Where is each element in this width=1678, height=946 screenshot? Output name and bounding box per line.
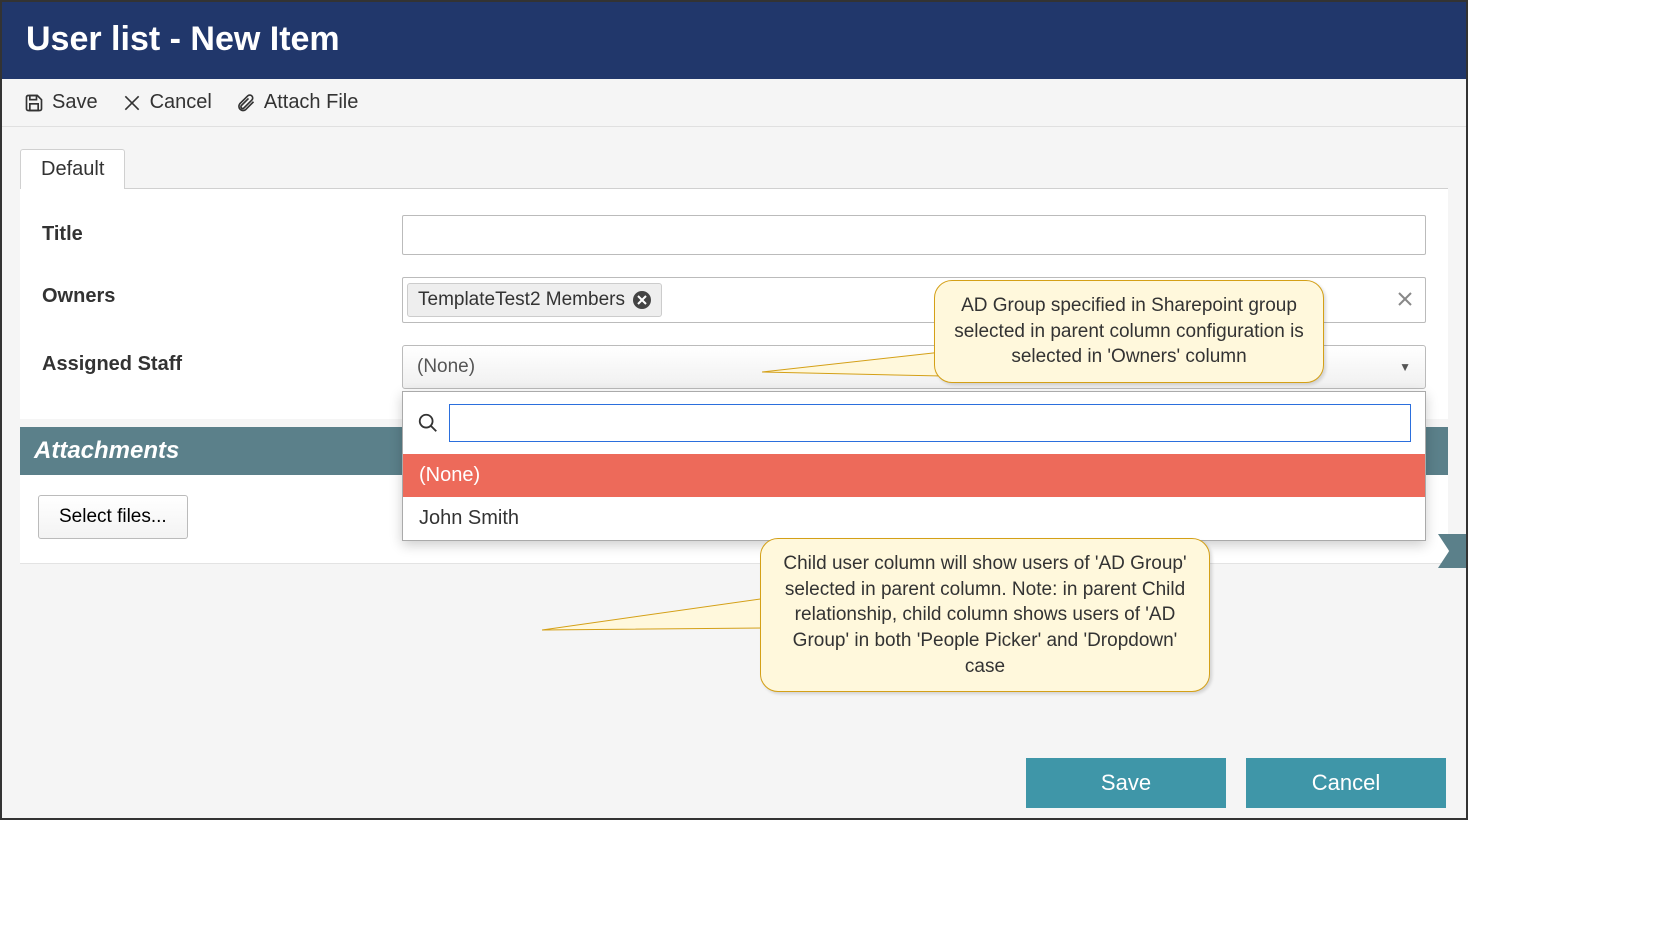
dropdown-popup: (None) John Smith — [402, 391, 1426, 541]
title-input[interactable] — [402, 215, 1426, 255]
footer-cancel-label: Cancel — [1312, 770, 1380, 795]
tab-default-label: Default — [41, 158, 104, 180]
save-icon — [24, 93, 44, 113]
attach-label: Attach File — [264, 91, 358, 114]
owners-chip: TemplateTest2 Members — [407, 283, 662, 317]
dropdown-option-none[interactable]: (None) — [403, 454, 1425, 497]
footer-buttons: Save Cancel — [1026, 758, 1446, 808]
chevron-down-icon: ▼ — [1399, 360, 1411, 374]
assigned-value: (None) — [417, 356, 475, 378]
callout-owners: AD Group specified in Sharepoint group s… — [934, 280, 1324, 383]
footer-save-label: Save — [1101, 770, 1151, 795]
dropdown-option-john[interactable]: John Smith — [403, 497, 1425, 540]
option-label: (None) — [419, 464, 480, 486]
save-label: Save — [52, 91, 98, 114]
owners-clear-icon[interactable] — [1389, 287, 1421, 313]
window-frame: User list - New Item Save Cancel Attach … — [0, 0, 1468, 820]
option-label: John Smith — [419, 507, 519, 529]
callout-owners-tail — [762, 352, 947, 402]
dropdown-search-input[interactable] — [449, 404, 1411, 442]
tabbar: Default — [20, 145, 1448, 189]
close-icon — [122, 93, 142, 113]
select-files-button[interactable]: Select files... — [38, 495, 188, 539]
row-title: Title — [42, 215, 1426, 255]
page-title: User list - New Item — [26, 20, 1442, 59]
footer-cancel-button[interactable]: Cancel — [1246, 758, 1446, 808]
paperclip-icon — [236, 93, 256, 113]
callout-child-tail — [542, 598, 772, 658]
callout-child: Child user column will show users of 'AD… — [760, 538, 1210, 692]
tab-default[interactable]: Default — [20, 149, 125, 189]
attach-file-button[interactable]: Attach File — [236, 91, 358, 114]
toolbar: Save Cancel Attach File — [2, 79, 1466, 127]
callout-child-text: Child user column will show users of 'AD… — [783, 553, 1186, 677]
footer-save-button[interactable]: Save — [1026, 758, 1226, 808]
owners-chip-label: TemplateTest2 Members — [418, 289, 625, 311]
assigned-label: Assigned Staff — [42, 345, 402, 376]
title-label: Title — [42, 215, 402, 246]
cancel-label: Cancel — [150, 91, 212, 114]
chip-remove-icon[interactable] — [633, 291, 651, 309]
cancel-button[interactable]: Cancel — [122, 91, 212, 114]
search-icon — [417, 412, 439, 434]
select-files-label: Select files... — [59, 506, 167, 527]
callout-owners-text: AD Group specified in Sharepoint group s… — [954, 295, 1304, 367]
save-button[interactable]: Save — [24, 91, 98, 114]
header-bar: User list - New Item — [2, 2, 1466, 79]
owners-label: Owners — [42, 277, 402, 308]
